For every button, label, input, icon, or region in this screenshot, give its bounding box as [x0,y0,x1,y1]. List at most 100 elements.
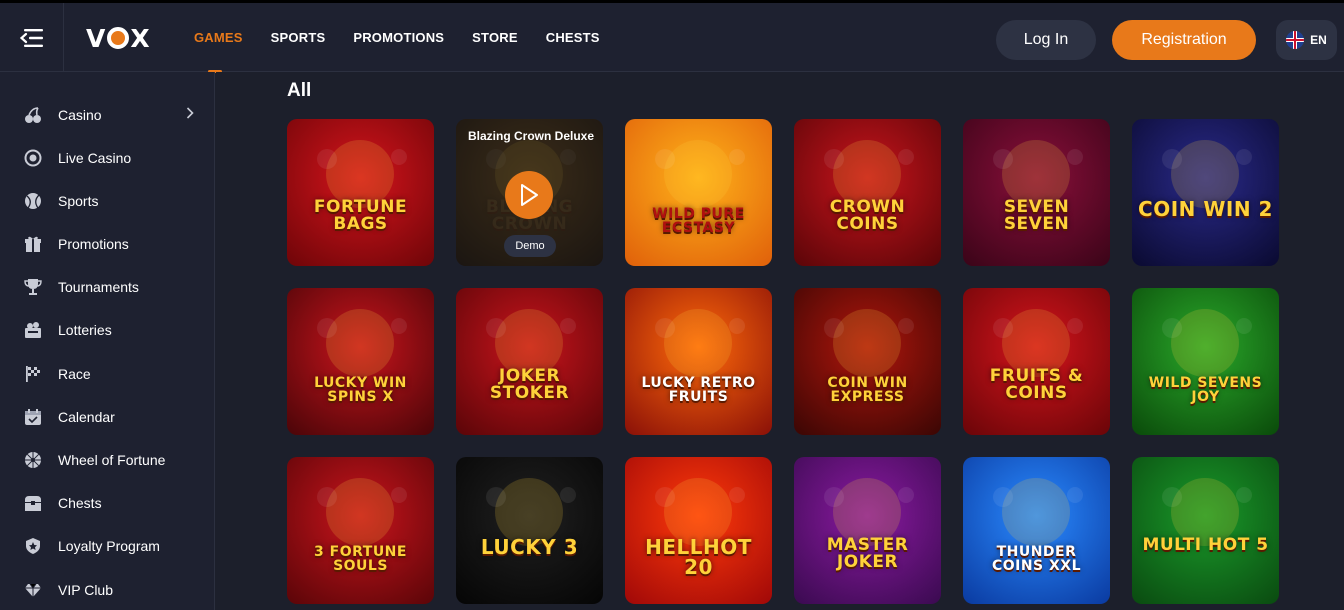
sidebar-item-sports[interactable]: Sports [0,182,215,220]
vox-logo[interactable]: VX [86,23,151,53]
trophy-icon [24,278,42,296]
game-artwork [287,457,434,604]
game-artwork [287,288,434,435]
sidebar-item-vip-club[interactable]: VIP Club [0,571,215,609]
gift-icon [24,235,42,253]
sidebar-item-label: Promotions [58,236,129,252]
chevron-right-icon [186,106,194,124]
sidebar-item-label: Race [58,366,91,382]
game-tile[interactable]: HELLHOT 20 [625,457,772,604]
game-tile[interactable]: FORTUNE BAGS [287,119,434,266]
game-title: LUCKY WIN SPINS X [314,375,407,405]
section-title: All [287,80,312,101]
nav-chests[interactable]: CHESTS [546,3,600,72]
chip-icon [24,149,42,167]
game-tile[interactable]: COIN WIN 2 [1132,119,1279,266]
game-artwork [963,119,1110,266]
sidebar-item-loyalty-program[interactable]: Loyalty Program [0,527,215,565]
game-artwork [794,457,941,604]
hover-game-title: Blazing Crown Deluxe [468,129,595,143]
game-tile[interactable]: MASTER JOKER [794,457,941,604]
game-tile[interactable]: THUNDER COINS XXL [963,457,1110,604]
game-artwork [456,288,603,435]
play-button[interactable] [505,171,553,219]
game-tile[interactable]: FRUITS & COINS [963,288,1110,435]
nav-sports[interactable]: SPORTS [271,3,326,72]
game-tile[interactable]: WILD SEVENS JOY [1132,288,1279,435]
logo-letter-x: X [130,23,151,53]
sidebar-item-promotions[interactable]: Promotions [0,225,215,263]
sidebar-item-label: Wheel of Fortune [58,452,166,468]
game-artwork [794,119,941,266]
game-artwork [963,288,1110,435]
nav-store[interactable]: STORE [472,3,518,72]
game-title: LUCKY RETRO FRUITS [641,375,756,405]
sidebar-item-lotteries[interactable]: Lotteries [0,311,215,349]
sidebar-item-label: Casino [58,107,102,123]
diamond-icon [24,581,42,599]
sidebar-item-wheel-of-fortune[interactable]: Wheel of Fortune [0,441,215,479]
nav-promotions[interactable]: PROMOTIONS [353,3,444,72]
game-title: LUCKY 3 [480,535,579,559]
uk-flag-icon [1286,31,1305,49]
language-label: EN [1310,33,1327,47]
main-nav: GAMES SPORTS PROMOTIONS STORE CHESTS [194,3,600,73]
game-title: HELLHOT 20 [645,535,752,579]
game-title: THUNDER COINS XXL [991,544,1082,574]
login-button[interactable]: Log In [996,20,1096,60]
sidebar-item-label: Sports [58,193,99,209]
game-tile[interactable]: JOKER STOKER [456,288,603,435]
registration-button[interactable]: Registration [1112,20,1256,60]
collapse-menu-icon [19,28,43,47]
sidebar-item-calendar[interactable]: Calendar [0,398,215,436]
sidebar-item-label: VIP Club [58,582,113,598]
game-tile[interactable]: MULTI HOT 5 [1132,457,1279,604]
game-tile[interactable]: WILD PURE ECSTASY [625,119,772,266]
sidebar-item-chests[interactable]: Chests [0,484,215,522]
sidebar-item-live-casino[interactable]: Live Casino [0,139,215,177]
game-title: MASTER JOKER [826,535,909,572]
game-artwork [1132,119,1279,266]
menu-toggle-button[interactable] [0,3,64,72]
game-title: 3 FORTUNE SOULS [314,544,407,574]
game-tile[interactable]: CROWN COINS [794,119,941,266]
wheel-icon [24,451,42,469]
medal-icon [24,537,42,555]
game-title: MULTI HOT 5 [1142,535,1269,555]
sidebar-item-race[interactable]: Race [0,355,215,393]
sidebar-item-label: Loyalty Program [58,538,160,554]
sidebar: Casino Live Casino Sports Promotions Tou… [0,72,215,610]
game-tile[interactable]: LUCKY 3 [456,457,603,604]
nav-games[interactable]: GAMES [194,3,243,73]
game-artwork [1132,288,1279,435]
top-bar: VX GAMES SPORTS PROMOTIONS STORE CHESTS … [0,0,1344,73]
ball-icon [24,192,42,210]
sidebar-item-label: Tournaments [58,279,139,295]
game-artwork [963,457,1110,604]
game-tile[interactable]: LUCKY WIN SPINS X [287,288,434,435]
demo-button[interactable]: Demo [504,235,556,257]
game-tile[interactable]: 3 FORTUNE SOULS [287,457,434,604]
game-tile[interactable]: SEVEN SEVEN [963,119,1110,266]
game-title: SEVEN SEVEN [1003,197,1070,234]
calendar-icon [24,408,42,426]
sidebar-item-label: Lotteries [58,322,112,338]
sidebar-item-casino[interactable]: Casino [0,96,215,134]
sidebar-item-tournaments[interactable]: Tournaments [0,268,215,306]
language-selector[interactable]: EN [1276,20,1337,60]
game-title: CROWN COINS [829,197,906,234]
game-tile[interactable]: LUCKY RETRO FRUITS [625,288,772,435]
cherries-icon [24,106,42,124]
game-artwork [1132,457,1279,604]
sidebar-item-label: Calendar [58,409,115,425]
game-tile[interactable]: BLAZING CROWNBlazing Crown DeluxeDemo [456,119,603,266]
game-title: COIN WIN 2 [1138,197,1273,221]
flag-icon [24,365,42,383]
play-icon [521,184,538,206]
game-title: WILD SEVENS JOY [1148,375,1263,405]
game-artwork [625,457,772,604]
game-title: WILD PURE ECSTASY [652,206,745,236]
chest-icon [24,494,42,512]
logo-chip-icon [107,27,130,49]
game-tile[interactable]: COIN WIN EXPRESS [794,288,941,435]
